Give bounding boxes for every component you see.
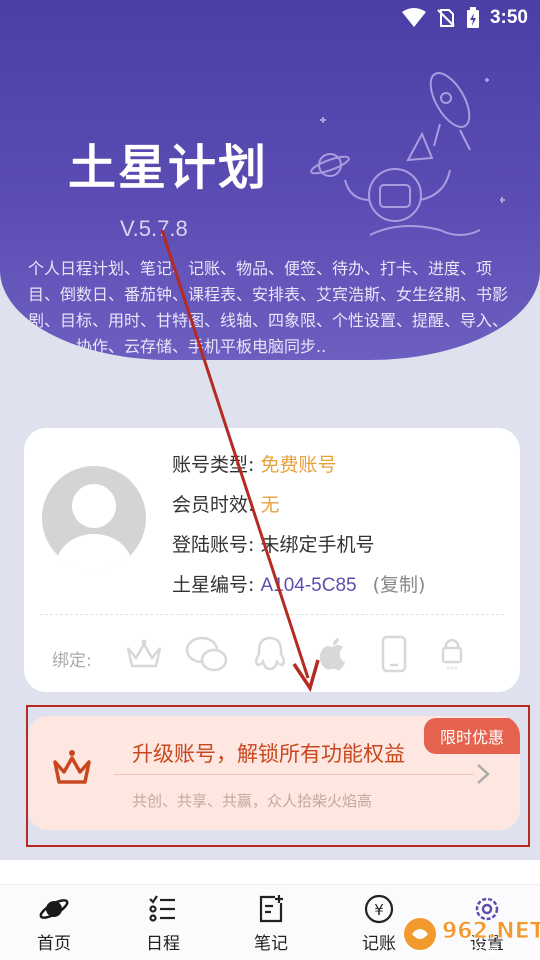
- watermark-brand: 962.NET: [442, 919, 540, 944]
- no-sim-icon: [437, 9, 455, 27]
- phone-icon[interactable]: [374, 634, 414, 674]
- limited-offer-badge: 限时优惠: [424, 718, 520, 754]
- nav-home-label: 首页: [37, 934, 71, 954]
- yen-coin-icon: ¥: [364, 894, 394, 924]
- account-type-row: 账号类型: 免费账号: [172, 450, 336, 477]
- app-description: 个人日程计划、笔记、记账、物品、便签、待办、打卡、进度、项目、倒数日、番茄钟、课…: [28, 259, 509, 356]
- nav-notes[interactable]: 笔记: [226, 893, 316, 957]
- member-validity-row: 会员时效: 无: [172, 490, 279, 517]
- svg-text:***: ***: [446, 665, 458, 674]
- lock-icon[interactable]: ***: [432, 634, 472, 674]
- default-avatar-icon: [56, 484, 132, 570]
- nav-schedule-label: 日程: [146, 934, 180, 954]
- nav-notes-label: 笔记: [254, 934, 288, 954]
- upgrade-banner[interactable]: 升级账号，解锁所有功能权益 共创、共享、共赢，众人拾柴火焰高 限时优惠: [28, 716, 520, 830]
- saturn-id-label: 土星编号:: [172, 574, 255, 596]
- app-title: 土星计划: [68, 140, 269, 196]
- avatar[interactable]: [42, 466, 146, 570]
- svg-text:¥: ¥: [374, 901, 384, 919]
- battery-icon: [466, 7, 479, 28]
- bind-label: 绑定:: [52, 651, 92, 671]
- content-spacer: [0, 860, 540, 884]
- login-account-label: 登陆账号:: [172, 534, 255, 556]
- astronaut-illustration: [310, 72, 505, 236]
- upgrade-divider: [114, 774, 474, 775]
- copy-id-button[interactable]: (复制): [373, 574, 426, 596]
- saturn-id-value: A104-5C85: [260, 575, 357, 596]
- planet-icon: [39, 899, 69, 919]
- crown-icon[interactable]: [124, 634, 164, 674]
- member-validity-value: 无: [260, 494, 280, 516]
- watermark-logo: 962.NET 乐游网: [402, 916, 540, 960]
- watermark-sub: 乐游网: [457, 945, 499, 960]
- version-text: V.5.7.8: [120, 216, 188, 241]
- qq-icon[interactable]: [250, 634, 290, 674]
- upgrade-crown-icon: [53, 750, 91, 784]
- note-add-icon: [259, 895, 283, 923]
- upgrade-subtitle: 共创、共享、共赢，众人拾柴火焰高: [132, 792, 373, 810]
- account-type-label: 账号类型:: [172, 454, 255, 476]
- account-card: 账号类型: 免费账号 会员时效: 无 登陆账号: 未绑定手机号 土星编号: A1…: [24, 428, 520, 692]
- login-account-value[interactable]: 未绑定手机号: [260, 534, 374, 556]
- hero-banner: 土星计划 V.5.7.8 个人日程计划、笔记、记账、物品、便签、待办、打卡、进度…: [0, 0, 540, 360]
- wechat-icon[interactable]: [184, 634, 230, 674]
- apple-icon[interactable]: [312, 634, 352, 674]
- saturn-id-row: 土星编号: A104-5C85 (复制): [172, 570, 425, 597]
- upgrade-title: 升级账号，解锁所有功能权益: [132, 742, 405, 766]
- nav-home[interactable]: 首页: [9, 893, 99, 957]
- nav-accounting-label: 记账: [362, 934, 396, 954]
- nav-schedule[interactable]: 日程: [118, 893, 208, 957]
- login-account-row: 登陆账号: 未绑定手机号: [172, 530, 374, 557]
- status-time: 3:50: [489, 7, 528, 28]
- schedule-list-icon: [149, 895, 175, 922]
- member-validity-label: 会员时效:: [172, 494, 255, 516]
- chevron-right-icon: [477, 764, 490, 784]
- account-type-value: 免费账号: [260, 454, 337, 476]
- status-bar: 3:50: [0, 0, 540, 36]
- divider: [40, 614, 504, 615]
- wifi-icon: [401, 8, 426, 27]
